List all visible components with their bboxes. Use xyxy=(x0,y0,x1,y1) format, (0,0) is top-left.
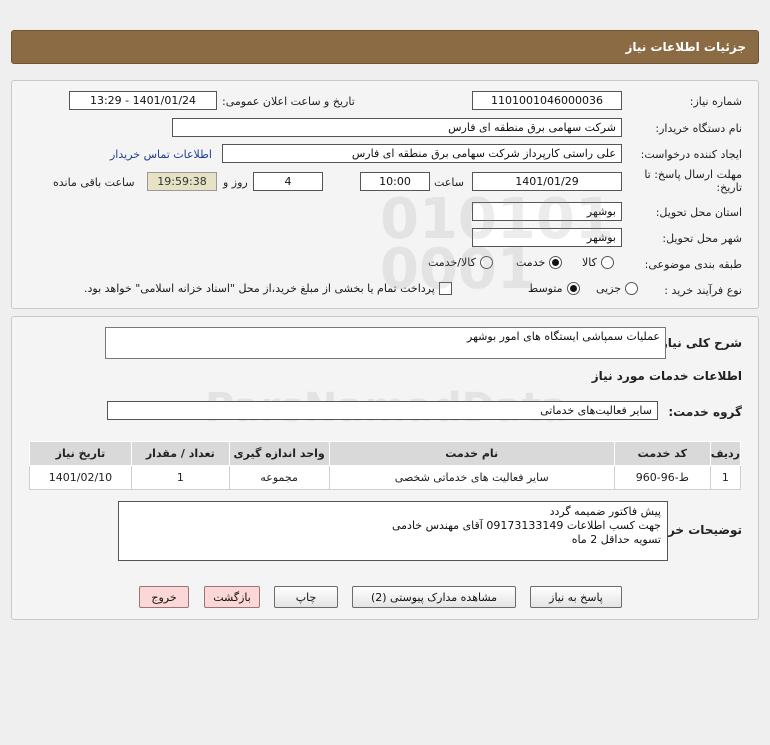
category-option-goods[interactable]: کالا xyxy=(582,256,614,269)
col-need-date: تاریخ نیاز xyxy=(29,441,132,466)
buyer-notes-line: پیش فاکتور ضمیمه گردد xyxy=(549,505,661,518)
deadline-label-line1: مهلت ارسال پاسخ: تا xyxy=(644,168,742,181)
city-label: شهر محل تحویل: xyxy=(662,232,742,245)
creator-label: ایجاد کننده درخواست: xyxy=(640,148,742,161)
cell-quantity: 1 xyxy=(130,465,230,490)
treasury-payment-checkbox[interactable] xyxy=(438,282,452,295)
buyer-org-field: شرکت سهامی برق منطقه ای فارس xyxy=(172,118,622,137)
category-option-service-label: خدمت xyxy=(516,256,546,269)
deadline-label-line2: تاریخ: xyxy=(716,181,742,194)
buyer-notes-line: تسویه حداقل 2 ماه xyxy=(571,533,661,546)
treasury-payment-option[interactable]: پرداخت تمام یا بخشی از مبلغ خرید،از محل … xyxy=(84,282,452,295)
radio-medium[interactable] xyxy=(566,282,580,295)
col-unit: واحد اندازه گیری xyxy=(228,441,330,466)
radio-goods-service[interactable] xyxy=(479,256,493,269)
process-option-medium[interactable]: متوسط xyxy=(528,282,580,295)
days-label: روز و xyxy=(223,176,248,189)
need-number-field: 1101001046000036 xyxy=(472,91,622,110)
remaining-time-field: 19:59:38 xyxy=(147,172,217,191)
city-field: بوشهر xyxy=(472,228,622,247)
radio-minor[interactable] xyxy=(625,282,639,295)
treasury-payment-label: پرداخت تمام یا بخشی از مبلغ خرید،از محل … xyxy=(84,282,435,295)
service-group-field: سایر فعالیت‌های خدماتی xyxy=(107,401,658,420)
category-option-goods-label: کالا xyxy=(582,256,597,269)
back-button[interactable]: بازگشت xyxy=(204,586,260,608)
process-type-label: نوع فرآیند خرید : xyxy=(664,284,742,297)
announce-date-label: تاریخ و ساعت اعلان عمومی: xyxy=(222,95,355,108)
table-row: 1 ط-96-960 سایر فعالیت های خدماتی شخصی م… xyxy=(29,465,742,490)
deadline-label: مهلت ارسال پاسخ: تا تاریخ: xyxy=(644,168,742,194)
buyer-notes-box: پیش فاکتور ضمیمه گردد جهت کسب اطلاعات 09… xyxy=(118,501,668,561)
deadline-date-field: 1401/01/29 xyxy=(472,172,622,191)
view-attachments-button[interactable]: مشاهده مدارک پیوستی (2) xyxy=(352,586,516,608)
services-section-title: اطلاعات خدمات مورد نیاز xyxy=(591,369,742,383)
reply-button[interactable]: پاسخ به نیاز xyxy=(530,586,622,608)
category-option-goods-service[interactable]: کالا/خدمت xyxy=(428,256,493,269)
cell-row-number: 1 xyxy=(709,465,742,490)
buyer-contact-link[interactable]: اطلاعات تماس خریدار xyxy=(110,148,212,161)
days-remaining-field: 4 xyxy=(253,172,323,191)
deadline-time-field: 10:00 xyxy=(360,172,430,191)
process-option-minor[interactable]: جزیی xyxy=(596,282,639,295)
col-row-number: ردیف xyxy=(709,441,742,466)
services-table-header-row: ردیف کد خدمت نام خدمت واحد اندازه گیری ت… xyxy=(29,441,742,466)
category-option-goods-service-label: کالا/خدمت xyxy=(428,256,476,269)
remaining-time-label: ساعت باقی مانده xyxy=(53,176,135,189)
summary-label: شرح کلی نیاز: xyxy=(656,336,742,350)
summary-field: عملیات سمپاشی ایستگاه های امور بوشهر xyxy=(105,327,666,359)
creator-field: علی راستی کارپرداز شرکت سهامی برق منطقه … xyxy=(222,144,622,163)
province-field: بوشهر xyxy=(472,202,622,221)
buyer-org-label: نام دستگاه خریدار: xyxy=(655,122,742,135)
process-option-medium-label: متوسط xyxy=(528,282,563,295)
page-header: جزئیات اطلاعات نیاز xyxy=(11,30,759,64)
category-option-service[interactable]: خدمت xyxy=(516,256,563,269)
print-button[interactable]: چاپ xyxy=(274,586,338,608)
announce-date-field: 1401/01/24 - 13:29 xyxy=(69,91,217,110)
service-group-label: گروه خدمت: xyxy=(668,405,742,419)
category-label: طبقه بندی موضوعی: xyxy=(644,258,742,271)
need-info-panel xyxy=(11,80,759,309)
cell-unit: مجموعه xyxy=(228,465,330,490)
radio-goods[interactable] xyxy=(600,256,614,269)
need-number-label: شماره نیاز: xyxy=(689,95,742,108)
cell-need-date: 1401/02/10 xyxy=(29,465,132,490)
col-quantity: تعداد / مقدار xyxy=(130,441,230,466)
buyer-notes-line: جهت کسب اطلاعات 09173133149 آقای مهندس خ… xyxy=(391,519,661,532)
services-table: ردیف کد خدمت نام خدمت واحد اندازه گیری ت… xyxy=(29,441,742,490)
province-label: استان محل تحویل: xyxy=(655,206,742,219)
radio-service[interactable] xyxy=(549,256,563,269)
page-title: جزئیات اطلاعات نیاز xyxy=(625,40,746,54)
cell-service-name: سایر فعالیت های خدماتی شخصی xyxy=(328,465,615,490)
process-option-minor-label: جزیی xyxy=(596,282,622,295)
cell-service-code: ط-96-960 xyxy=(613,465,711,490)
deadline-time-label: ساعت xyxy=(434,176,464,189)
col-service-name: نام خدمت xyxy=(328,441,615,466)
col-service-code: کد خدمت xyxy=(613,441,711,466)
exit-button[interactable]: خروج xyxy=(139,586,189,608)
